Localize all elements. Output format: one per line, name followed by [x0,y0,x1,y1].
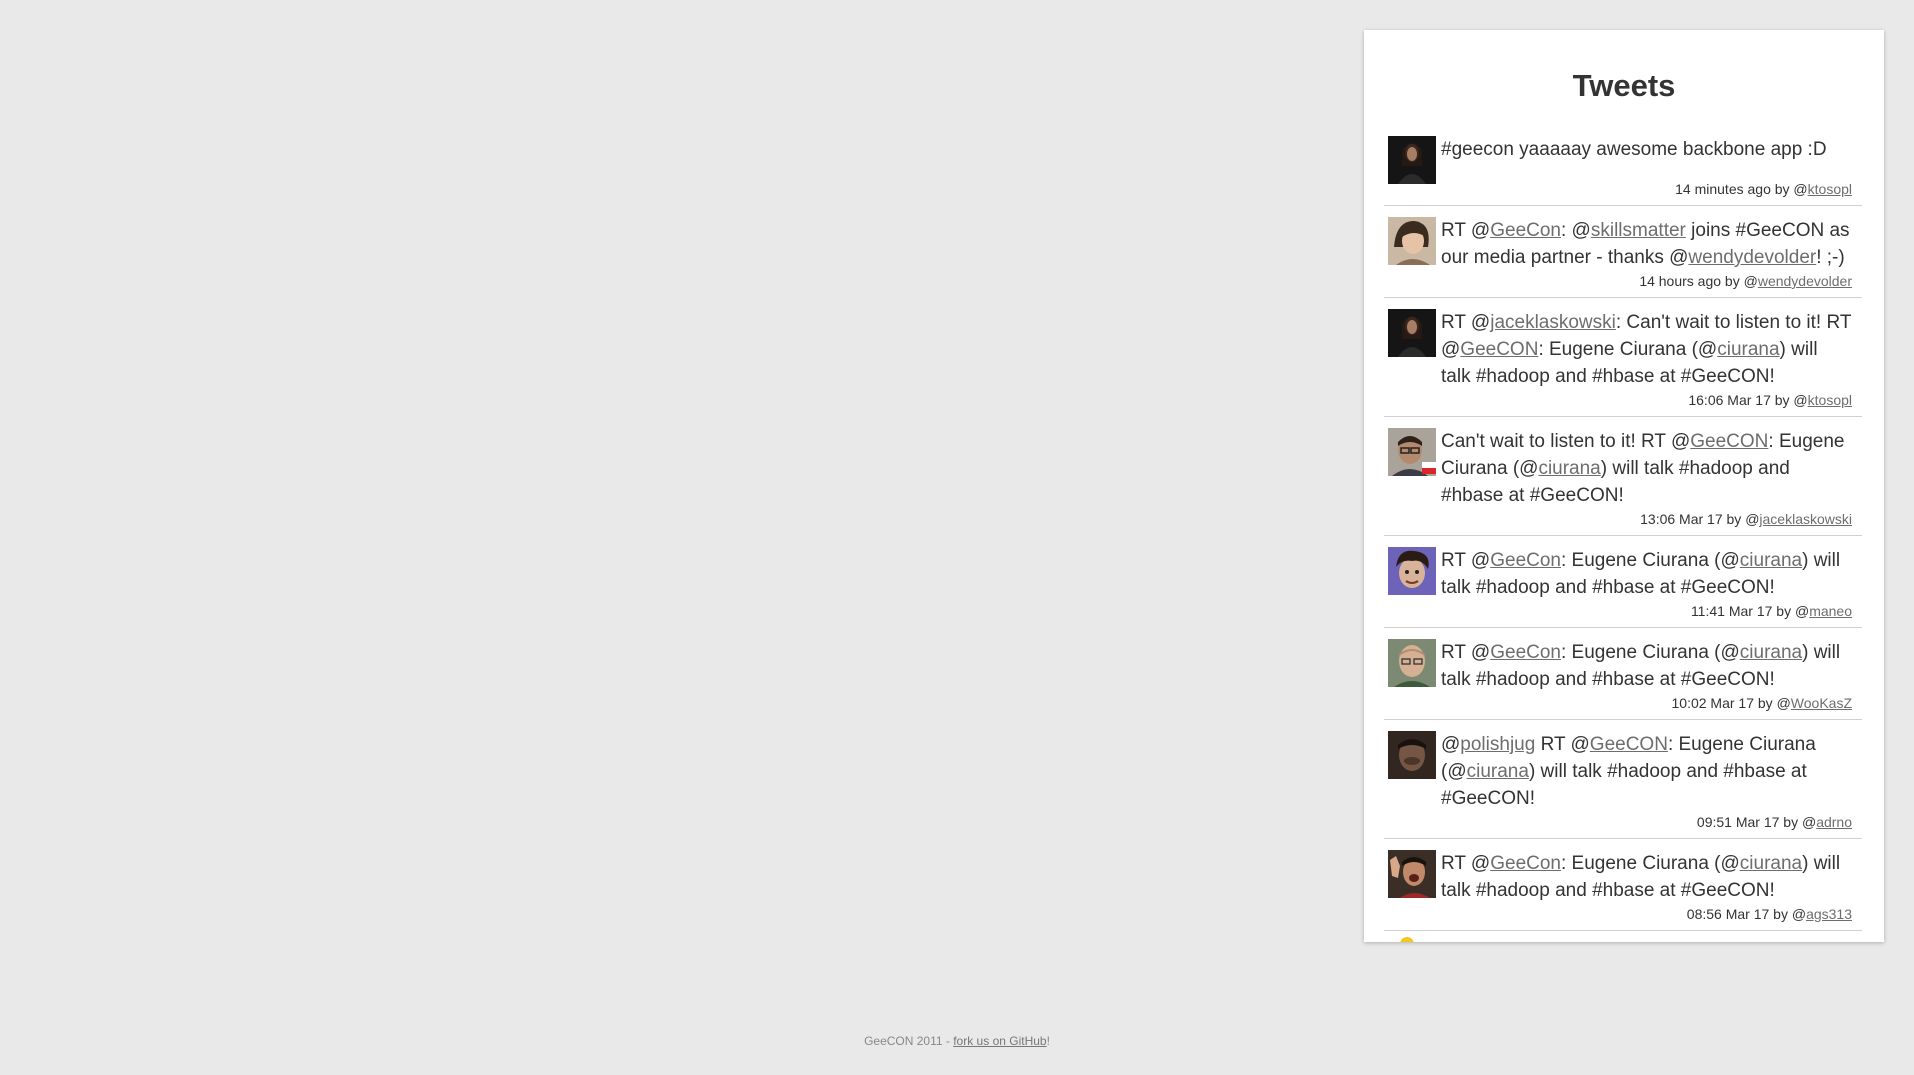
man-glasses-avatar[interactable] [1388,428,1436,476]
tweet-by: by @ [1779,814,1817,830]
tweet-time: 14 minutes ago [1675,181,1771,197]
mention-link[interactable]: ciurana [1717,339,1779,360]
mention-link[interactable]: wendydevolder [1688,247,1816,268]
tweet-text-segment: : Eugene Ciurana (@ [1561,853,1740,874]
tweet-by: by @ [1722,511,1760,527]
mention-link[interactable]: GeeCON [1690,431,1768,452]
tweet-text: RT @jaceklaskowski: Can't wait to listen… [1441,309,1852,390]
tweet-meta: 16:06 Mar 17 by @ktosopl [1384,391,1852,409]
mention-link[interactable]: jaceklaskowski [1490,312,1616,333]
tweet-time: 09:51 Mar 17 [1696,814,1780,830]
tweet-by: by @ [1770,392,1808,408]
tweet-time: 08:56 Mar 17 [1686,906,1770,922]
loading-indicator [1400,937,1414,942]
tweet-meta: 14 hours ago by @wendydevolder [1384,272,1852,290]
tweet-by: by @ [1754,695,1791,711]
tweet-list: #geecon yaaaaay awesome backbone app :D 1… [1364,136,1884,931]
tweet-text-segment: RT @ [1441,312,1491,333]
tweet-item: @polishjug RT @GeeCON: Eugene Ciurana (@… [1384,720,1862,839]
tweet-item: RT @GeeCon: @skillsmatter joins #GeeCON … [1384,206,1862,298]
tweet-text-segment: RT @ [1441,550,1491,571]
tweet-meta: 10:02 Mar 17 by @WooKasZ [1384,694,1853,712]
panel-title: Tweets [1572,68,1676,103]
tweet-item: #geecon yaaaaay awesome backbone app :D 1… [1384,136,1862,206]
tweet-by: by @ [1769,906,1807,922]
tweet-text-segment: ! ;-) [1816,247,1845,268]
man-waving-avatar[interactable] [1388,850,1436,898]
tweet-text-segment: RT @ [1535,734,1590,755]
mention-link[interactable]: GeeCon [1490,853,1561,874]
woman-dark-avatar[interactable] [1388,136,1436,184]
tweet-author-link[interactable]: maneo [1809,603,1852,619]
footer: GeeCON 2011 - fork us on GitHub! [0,1034,1914,1048]
tweet-item: RT @GeeCon: Eugene Ciurana (@ciurana) wi… [1384,839,1862,931]
tweet-author-link[interactable]: jaceklaskowski [1759,511,1852,527]
mention-link[interactable]: ciurana [1740,853,1802,874]
footer-suffix: ! [1046,1034,1050,1048]
tweet-text-segment: Can't wait to listen to it! RT @ [1441,431,1691,452]
mention-link[interactable]: GeeCON [1460,339,1538,360]
tweet-author-link[interactable]: ktosopl [1808,392,1852,408]
tweet-text: @polishjug RT @GeeCON: Eugene Ciurana (@… [1441,731,1852,812]
tweet-text: RT @GeeCon: @skillsmatter joins #GeeCON … [1441,217,1852,271]
tweet-author-link[interactable]: adrno [1816,814,1852,830]
tweet-text-segment: #geecon yaaaaay awesome backbone app :D [1441,139,1827,160]
tweet-text-segment: : Eugene Ciurana (@ [1538,339,1718,360]
tweet-text-segment: : Eugene Ciurana (@ [1561,550,1740,571]
tweet-meta: 09:51 Mar 17 by @adrno [1384,813,1852,831]
mention-link[interactable]: ciurana [1740,550,1802,571]
tweet-text-segment: : @ [1561,220,1591,241]
man-curly-avatar[interactable] [1388,547,1436,595]
tweet-text: RT @GeeCon: Eugene Ciurana (@ciurana) wi… [1441,547,1852,601]
tweet-by: by @ [1770,181,1808,197]
tweet-text-segment: RT @ [1441,642,1491,663]
tweet-item: Can't wait to listen to it! RT @GeeCON: … [1384,417,1862,536]
tweet-time: 13:06 Mar 17 [1640,511,1723,527]
tweet-time: 11:41 Mar 17 [1690,603,1773,619]
tweet-text: RT @GeeCon: Eugene Ciurana (@ciurana) wi… [1441,639,1852,693]
tweet-author-link[interactable]: ktosopl [1808,181,1852,197]
mention-link[interactable]: GeeCon [1490,550,1561,571]
tweet-by: by @ [1772,603,1810,619]
mention-link[interactable]: GeeCon [1490,220,1561,241]
woman-light-avatar[interactable] [1388,217,1436,265]
tweet-author-link[interactable]: wendydevolder [1758,273,1852,289]
tweets-panel: Tweets #geecon yaaaaay awesome backbone … [1364,30,1884,942]
tweet-item: RT @GeeCon: Eugene Ciurana (@ciurana) wi… [1384,536,1862,628]
mention-link[interactable]: skillsmatter [1591,220,1686,241]
tweet-text: Can't wait to listen to it! RT @GeeCON: … [1441,428,1852,509]
tweet-meta: 11:41 Mar 17 by @maneo [1384,602,1852,620]
mention-link[interactable]: GeeCon [1490,642,1561,663]
tweet-time: 16:06 Mar 17 [1688,392,1771,408]
github-link[interactable]: fork us on GitHub [953,1034,1046,1048]
footer-prefix: GeeCON 2011 - [864,1034,954,1048]
tweet-meta: 14 minutes ago by @ktosopl [1384,180,1852,198]
tweet-meta: 13:06 Mar 17 by @jaceklaskowski [1384,510,1852,528]
tweet-time: 14 hours ago [1639,273,1722,289]
tweet-text-segment: RT @ [1441,853,1491,874]
tweet-meta: 08:56 Mar 17 by @ags313 [1384,905,1852,923]
tweet-item: RT @jaceklaskowski: Can't wait to listen… [1384,298,1862,417]
tweet-text-segment: @ [1441,734,1461,755]
tweet-by: by @ [1721,273,1758,289]
man-bald-avatar[interactable] [1388,639,1436,687]
tweet-text-segment: : Eugene Ciurana (@ [1561,642,1740,663]
mention-link[interactable]: polishjug [1460,734,1535,755]
mention-link[interactable]: GeeCON [1590,734,1668,755]
woman-dark-avatar[interactable] [1388,309,1436,357]
mention-link[interactable]: ciurana [1740,642,1802,663]
tweet-text: RT @GeeCon: Eugene Ciurana (@ciurana) wi… [1441,850,1852,904]
tweet-text: #geecon yaaaaay awesome backbone app :D [1441,136,1852,163]
mention-link[interactable]: ciurana [1467,761,1529,782]
man-dark-avatar[interactable] [1388,731,1436,779]
tweet-text-segment: RT @ [1441,220,1491,241]
tweet-author-link[interactable]: WooKasZ [1791,695,1852,711]
tweet-author-link[interactable]: ags313 [1806,906,1852,922]
mention-link[interactable]: ciurana [1538,458,1600,479]
tweet-time: 10:02 Mar 17 [1671,695,1755,711]
tweet-item: RT @GeeCon: Eugene Ciurana (@ciurana) wi… [1384,628,1862,720]
